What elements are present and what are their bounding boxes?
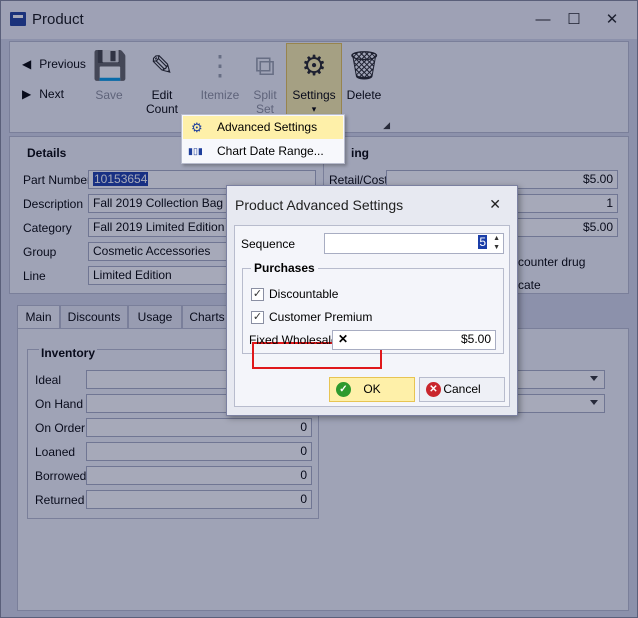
customer-premium-checkbox[interactable]: ✓ xyxy=(251,311,264,324)
ideal-label: Ideal xyxy=(35,373,62,387)
dialog-launcher-icon[interactable]: ◢ xyxy=(383,120,390,131)
arrow-right-icon: ▶ xyxy=(22,87,32,101)
menu-item-advanced-settings[interactable]: ⚙ Advanced Settings xyxy=(183,116,343,139)
returned-label: Returned xyxy=(35,493,85,507)
settings-button[interactable]: ⚙ Settings ▾ xyxy=(286,43,342,116)
description-label: Description xyxy=(23,197,84,211)
arrow-left-icon: ◀ xyxy=(22,57,32,71)
borrowed-field[interactable]: 0 xyxy=(86,466,312,485)
cancel-icon: ✕ xyxy=(426,382,441,397)
chevron-down-icon xyxy=(590,400,598,405)
save-icon: 💾 xyxy=(92,50,128,81)
save-label: Save xyxy=(95,88,123,102)
chart-icon: ▮▯▮ xyxy=(188,146,203,156)
chart-date-range-label: Chart Date Range... xyxy=(217,144,324,158)
spin-up-icon[interactable]: ▲ xyxy=(493,234,500,243)
on-order-field[interactable]: 0 xyxy=(86,418,312,437)
returned-field[interactable]: 0 xyxy=(86,490,312,509)
purchases-title: Purchases xyxy=(251,261,318,275)
split-set-button[interactable]: ⧉ Split Set xyxy=(246,48,284,116)
part-number-value: 10153654 xyxy=(93,172,149,186)
details-title: Details xyxy=(27,146,67,160)
minimize-button[interactable]: — xyxy=(532,9,554,31)
itemize-button[interactable]: ⋮ Itemize xyxy=(198,48,242,102)
clear-icon[interactable]: ✕ xyxy=(338,331,348,348)
ok-button[interactable]: ✓ OK xyxy=(329,377,415,402)
tab-discounts[interactable]: Discounts xyxy=(60,305,128,329)
settings-menu: ⚙ Advanced Settings ▮▯▮ Chart Date Range… xyxy=(181,114,345,164)
tab-main[interactable]: Main xyxy=(17,305,60,329)
part-number-label: Part Number xyxy=(23,173,92,187)
itemize-icon: ⋮ xyxy=(206,50,234,81)
window-title: Product xyxy=(32,11,84,28)
cate-label: cate xyxy=(518,278,541,292)
previous-button[interactable]: ◀ Previous xyxy=(22,57,86,71)
title-bar: Product — ☐ ✕ xyxy=(1,1,637,39)
edit-count-button[interactable]: ✎ Edit Count xyxy=(134,48,190,116)
pencil-icon: ✎ xyxy=(150,50,174,81)
on-hand-label: On Hand xyxy=(35,397,84,411)
previous-label: Previous xyxy=(39,57,86,71)
gear-icon: ⚙ xyxy=(191,120,203,135)
pricing-title: ing xyxy=(351,146,369,160)
advanced-settings-dialog: Product Advanced Settings ✕ Sequence 5 ▲… xyxy=(226,185,518,416)
borrowed-label: Borrowed xyxy=(35,469,87,483)
fixed-wholesale-label: Fixed Wholesale xyxy=(249,333,338,347)
dialog-title: Product Advanced Settings xyxy=(235,197,404,213)
product-window: Product — ☐ ✕ ◀ Previous ▶ Next 💾 Save ✎ E… xyxy=(0,0,638,618)
discountable-checkbox[interactable]: ✓ xyxy=(251,288,264,301)
fixed-wholesale-value: $5.00 xyxy=(460,332,491,346)
trash-icon: 🗑 xyxy=(346,50,382,81)
chevron-down-icon xyxy=(590,376,598,381)
menu-item-chart-date-range[interactable]: ▮▯▮ Chart Date Range... xyxy=(183,140,343,163)
sequence-value: 5 xyxy=(478,235,487,249)
ok-label: OK xyxy=(363,382,381,396)
on-order-label: On Order xyxy=(35,421,86,435)
customer-premium-label: Customer Premium xyxy=(269,310,373,324)
check-icon: ✓ xyxy=(336,382,351,397)
cancel-label: Cancel xyxy=(443,382,481,396)
counter-drug-label: counter drug xyxy=(518,255,586,269)
fixed-wholesale-input[interactable]: ✕ $5.00 xyxy=(332,330,496,350)
line-label: Line xyxy=(23,269,46,283)
next-button[interactable]: ▶ Next xyxy=(22,87,64,101)
settings-label: Settings xyxy=(292,88,336,102)
gears-icon: ⚙ xyxy=(301,50,327,81)
edit-count-label: Edit Count xyxy=(145,88,179,116)
dialog-close-button[interactable]: ✕ xyxy=(489,196,501,213)
sequence-input[interactable]: 5 ▲ ▼ xyxy=(324,233,504,254)
next-label: Next xyxy=(39,87,64,101)
split-set-icon: ⧉ xyxy=(255,50,275,81)
loaned-field[interactable]: 0 xyxy=(86,442,312,461)
close-button[interactable]: ✕ xyxy=(601,9,623,31)
save-button[interactable]: 💾 Save xyxy=(92,48,128,102)
loaned-label: Loaned xyxy=(35,445,76,459)
right-dropdown-2[interactable] xyxy=(513,394,605,413)
sequence-label: Sequence xyxy=(241,237,296,251)
right-dropdown-1[interactable] xyxy=(513,370,605,389)
category-label: Category xyxy=(23,221,72,235)
spin-down-icon[interactable]: ▼ xyxy=(493,243,500,252)
advanced-settings-label: Advanced Settings xyxy=(217,120,318,134)
discountable-label: Discountable xyxy=(269,287,339,301)
delete-button[interactable]: 🗑 Delete xyxy=(344,48,384,102)
maximize-button[interactable]: ☐ xyxy=(563,9,585,31)
app-icon xyxy=(10,12,26,26)
itemize-label: Itemize xyxy=(200,88,240,102)
inventory-title: Inventory xyxy=(39,346,98,360)
group-label: Group xyxy=(23,245,57,259)
split-set-label: Split Set xyxy=(253,88,277,116)
cancel-button[interactable]: ✕ Cancel xyxy=(419,377,505,402)
dialog-body: Sequence 5 ▲ ▼ Purchases ✓ Discountable ✓… xyxy=(234,225,510,407)
spin-buttons[interactable]: ▲ ▼ xyxy=(493,234,500,252)
tab-usage[interactable]: Usage xyxy=(128,305,182,329)
delete-label: Delete xyxy=(346,88,382,102)
tab-charts[interactable]: Charts xyxy=(182,305,232,329)
